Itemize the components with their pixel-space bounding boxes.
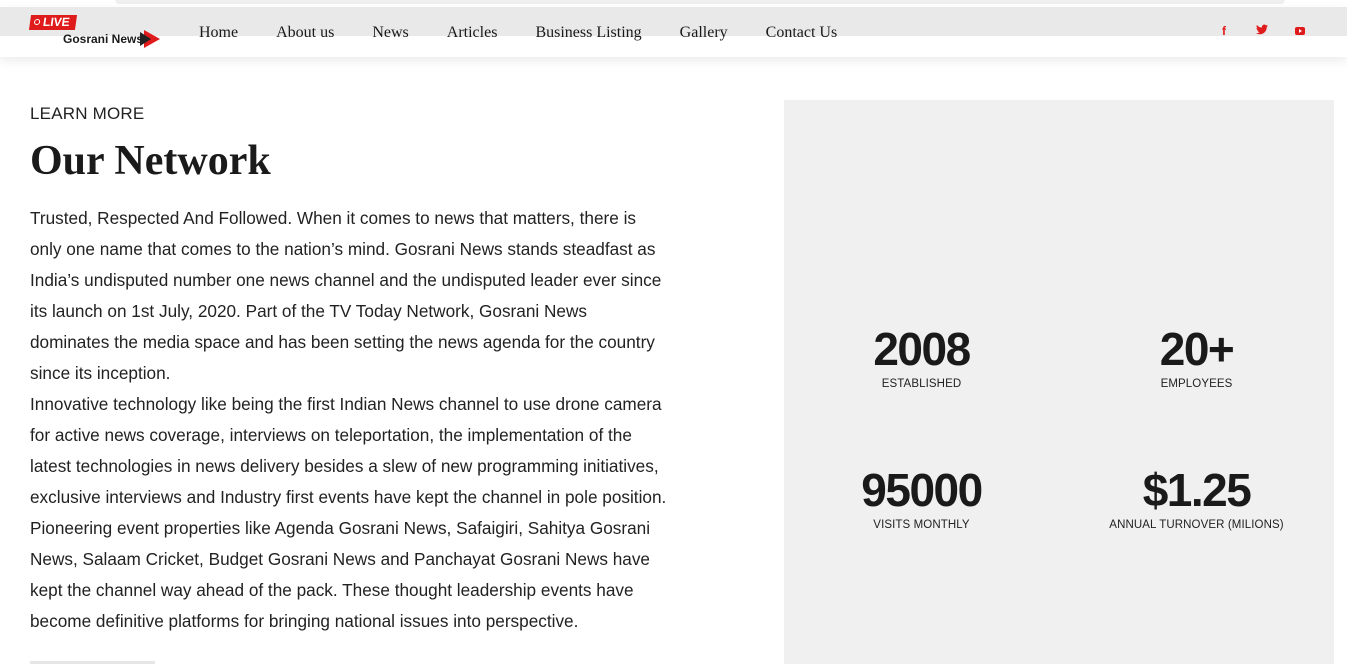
nav-business-listing[interactable]: Business Listing bbox=[535, 7, 641, 42]
site-header: LIVE Gosrani News Home About us News Art… bbox=[0, 7, 1347, 57]
nav-articles[interactable]: Articles bbox=[447, 7, 498, 42]
description-paragraph-1: Trusted, Respected And Followed. When it… bbox=[30, 208, 662, 383]
live-badge: LIVE bbox=[28, 15, 77, 30]
network-description: Trusted, Respected And Followed. When it… bbox=[30, 203, 670, 637]
stat-established: 2008 ESTABLISHED bbox=[784, 324, 1059, 390]
site-logo[interactable]: LIVE Gosrani News bbox=[28, 15, 170, 51]
nav-about-us[interactable]: About us bbox=[276, 7, 334, 42]
nav-gallery[interactable]: Gallery bbox=[680, 7, 728, 42]
nav-home[interactable]: Home bbox=[199, 7, 238, 42]
stat-label: ANNUAL TURNOVER (MILIONS) bbox=[1109, 519, 1284, 531]
nav-news[interactable]: News bbox=[372, 7, 408, 42]
stat-visits-monthly: 95000 VISITS MONTHLY bbox=[784, 465, 1059, 531]
stat-label: VISITS MONTHLY bbox=[873, 519, 970, 531]
stats-panel: 2008 ESTABLISHED 20+ EMPLOYEES 95000 VIS… bbox=[784, 100, 1334, 664]
stat-label: EMPLOYEES bbox=[1160, 378, 1233, 390]
live-badge-label: LIVE bbox=[42, 15, 71, 29]
top-strip bbox=[115, 0, 1285, 4]
play-arrow-shadow-icon bbox=[140, 32, 151, 46]
stat-value: 2008 bbox=[873, 323, 971, 375]
stat-value: $1.25 bbox=[1142, 464, 1252, 516]
stat-annual-turnover: $1.25 ANNUAL TURNOVER (MILIONS) bbox=[1059, 465, 1334, 531]
main-nav: Home About us News Articles Business Lis… bbox=[180, 7, 856, 57]
logo-name: Gosrani News bbox=[63, 32, 144, 46]
description-paragraph-2: Innovative technology like being the fir… bbox=[30, 394, 667, 631]
stat-value: 20+ bbox=[1159, 323, 1235, 375]
stat-value: 95000 bbox=[861, 464, 983, 516]
twitter-icon[interactable] bbox=[1255, 24, 1269, 38]
nav-contact-us[interactable]: Contact Us bbox=[766, 7, 838, 42]
page-title: Our Network bbox=[30, 138, 271, 184]
facebook-icon[interactable]: f bbox=[1217, 24, 1231, 38]
stat-employees: 20+ EMPLOYEES bbox=[1059, 324, 1334, 390]
youtube-icon[interactable] bbox=[1293, 24, 1307, 38]
social-links: f bbox=[1193, 24, 1307, 38]
section-eyebrow: LEARN MORE bbox=[30, 104, 145, 123]
live-dot-icon bbox=[33, 19, 41, 25]
stat-label: ESTABLISHED bbox=[881, 378, 962, 390]
